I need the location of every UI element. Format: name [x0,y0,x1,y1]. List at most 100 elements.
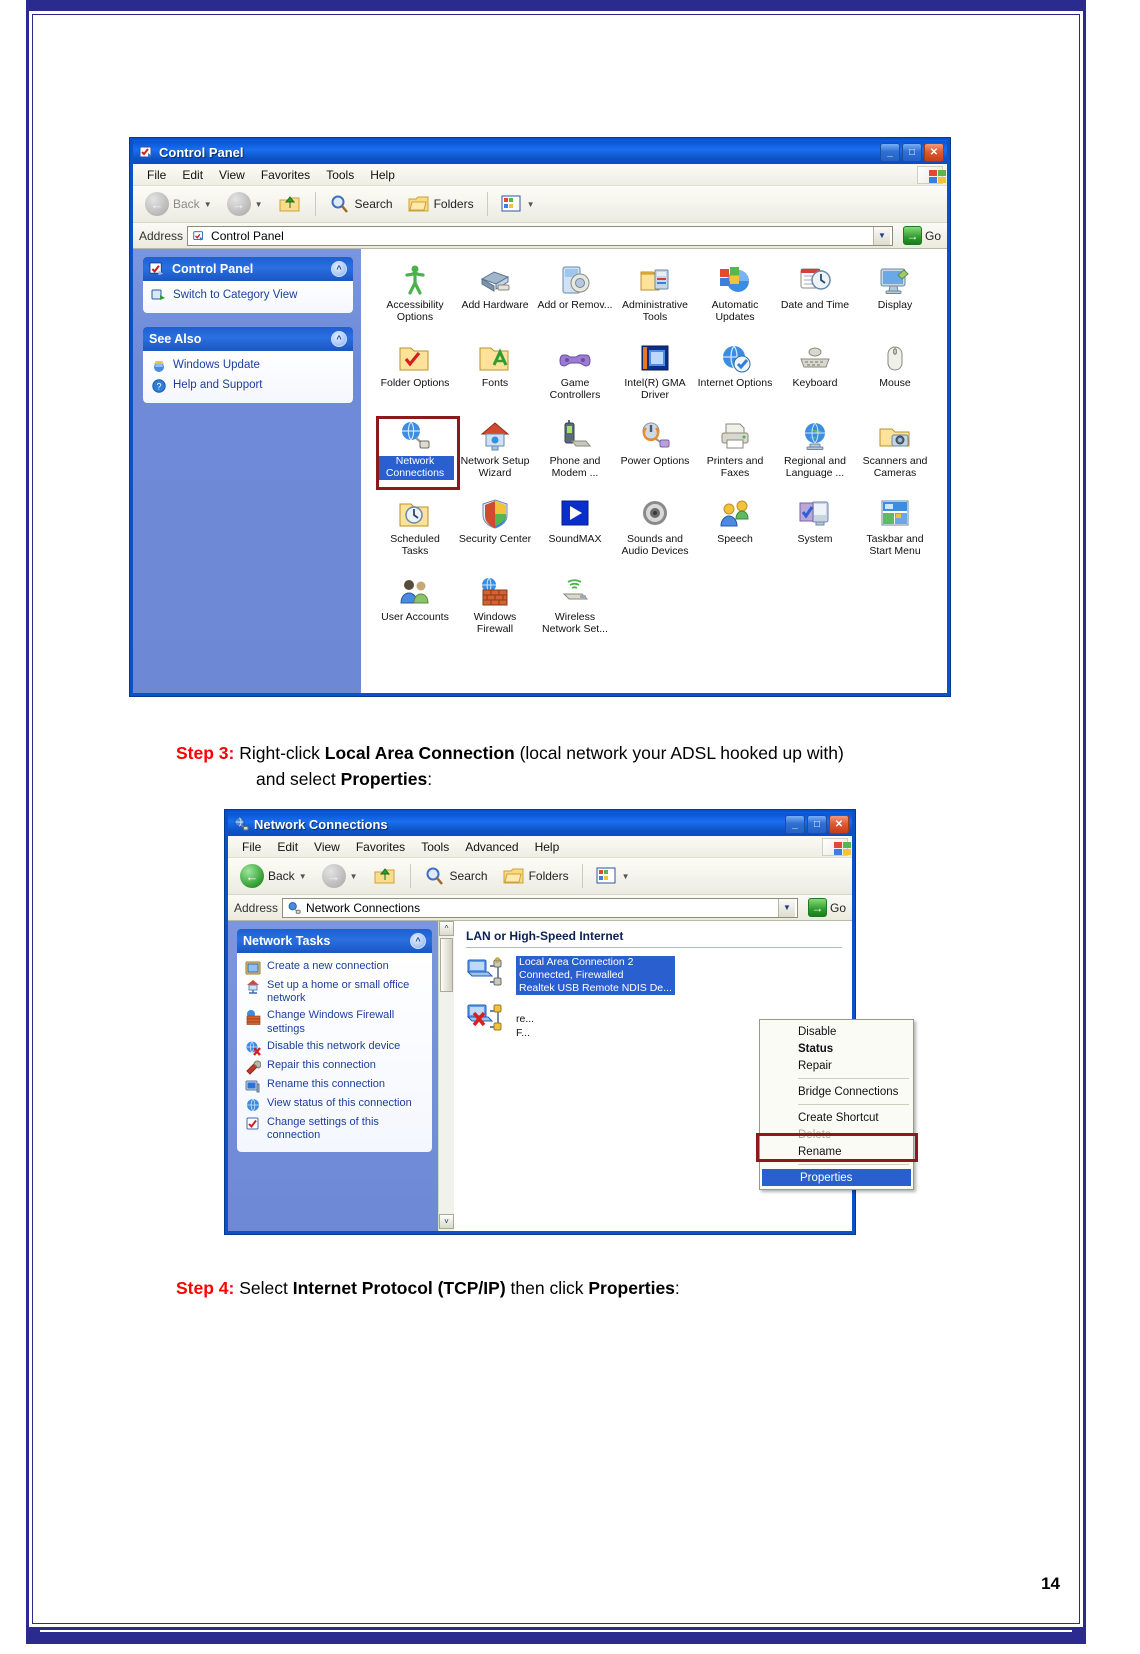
control-panel-item-regional-language[interactable]: Regional and Language ... [775,417,855,495]
network-task-new-connection[interactable]: Create a new connection [245,958,426,977]
chevron-up-icon[interactable]: ^ [331,261,347,277]
chevron-up-icon[interactable]: ^ [331,331,347,347]
search-button[interactable]: Search [418,863,494,889]
chevron-up-icon[interactable]: ^ [410,933,426,949]
menu-edit[interactable]: Edit [174,166,211,184]
control-panel-item-game-controllers[interactable]: Game Controllers [535,339,615,417]
control-panel-item-power-options[interactable]: Power Options [615,417,695,495]
control-panel-item-wireless-network-setup[interactable]: Wireless Network Set... [535,573,615,651]
close-button[interactable]: ✕ [924,142,944,162]
network-tasks-header[interactable]: Network Tasks ^ [237,929,432,953]
menu-file[interactable]: File [234,838,269,856]
sidebar-item-windows-update[interactable]: Windows Update [151,356,347,376]
views-button[interactable]: ▼ [495,192,541,216]
context-menu-item-properties[interactable]: Properties [762,1169,911,1186]
up-button[interactable] [367,862,403,890]
control-panel-item-system[interactable]: System [775,495,855,573]
minimize-button[interactable]: _ [880,142,900,162]
menu-favorites[interactable]: Favorites [253,166,318,184]
context-menu-item-create-shortcut[interactable]: Create Shortcut [760,1109,913,1126]
views-dropdown-icon[interactable]: ▼ [622,872,630,881]
control-panel-item-sounds-audio[interactable]: Sounds and Audio Devices [615,495,695,573]
menu-edit[interactable]: Edit [269,838,306,856]
back-button[interactable]: ← Back ▼ [139,189,218,219]
search-button[interactable]: Search [323,191,399,217]
network-task-status[interactable]: View status of this connection [245,1095,426,1114]
folders-button[interactable]: Folders [402,191,480,217]
menu-tools[interactable]: Tools [413,838,457,856]
address-dropdown-icon[interactable]: ▼ [872,226,890,245]
control-panel-titlebar[interactable]: Control Panel _ □ ✕ [133,138,947,164]
sidebar-panel-see-also-header[interactable]: See Also ^ [143,327,353,351]
menu-tools[interactable]: Tools [318,166,362,184]
back-dropdown-icon[interactable]: ▼ [204,200,212,209]
menu-advanced[interactable]: Advanced [457,838,526,856]
maximize-button[interactable]: □ [807,814,827,834]
network-task-firewall[interactable]: Change Windows Firewall settings [245,1008,426,1039]
control-panel-item-keyboard[interactable]: Keyboard [775,339,855,417]
up-button[interactable] [272,190,308,218]
network-connections-titlebar[interactable]: Network Connections _ □ ✕ [228,810,852,836]
back-button[interactable]: ← Back ▼ [234,861,313,891]
scroll-down-button[interactable]: ˅ [439,1214,454,1229]
sidebar-panel-control-panel-header[interactable]: Control Panel ^ [143,257,353,281]
control-panel-item-phone-modem[interactable]: Phone and Modem ... [535,417,615,495]
context-menu-item-repair[interactable]: Repair [760,1057,913,1074]
context-menu-item-status[interactable]: Status [760,1040,913,1057]
control-panel-item-administrative-tools[interactable]: Administrative Tools [615,261,695,339]
forward-button[interactable]: → ▼ [221,189,269,219]
control-panel-item-security-center[interactable]: Security Center [455,495,535,573]
menu-help[interactable]: Help [527,838,568,856]
back-dropdown-icon[interactable]: ▼ [299,872,307,881]
go-button[interactable]: → Go [802,898,852,917]
scrollbar-thumb[interactable] [440,938,453,992]
sidebar-item-help-and-support[interactable]: ? Help and Support [151,376,347,396]
control-panel-item-intel-gma-driver[interactable]: Intel(R) GMA Driver [615,339,695,417]
address-input[interactable]: Control Panel ▼ [187,225,893,246]
menu-view[interactable]: View [306,838,348,856]
control-panel-item-user-accounts[interactable]: User Accounts [375,573,455,651]
sidebar-scrollbar[interactable]: ^ ˅ [438,921,454,1231]
control-panel-item-fonts[interactable]: Fonts [455,339,535,417]
views-button[interactable]: ▼ [590,864,636,888]
network-task-home-network[interactable]: Set up a home or small office network [245,977,426,1008]
control-panel-item-printers-faxes[interactable]: Printers and Faxes [695,417,775,495]
control-panel-item-scanners-cameras[interactable]: Scanners and Cameras [855,417,935,495]
address-dropdown-icon[interactable]: ▼ [777,898,795,917]
views-dropdown-icon[interactable]: ▼ [527,200,535,209]
sidebar-item-switch-category-view[interactable]: Switch to Category View [151,286,347,306]
network-task-settings[interactable]: Change settings of this connection [245,1114,426,1145]
minimize-button[interactable]: _ [785,814,805,834]
close-button[interactable]: ✕ [829,814,849,834]
forward-dropdown-icon[interactable]: ▼ [255,200,263,209]
menu-file[interactable]: File [139,166,174,184]
forward-dropdown-icon[interactable]: ▼ [350,872,358,881]
network-task-rename[interactable]: Rename this connection [245,1076,426,1095]
control-panel-item-add-remove-programs[interactable]: Add or Remov... [535,261,615,339]
maximize-button[interactable]: □ [902,142,922,162]
menu-help[interactable]: Help [362,166,403,184]
go-button[interactable]: → Go [897,226,947,245]
control-panel-item-automatic-updates[interactable]: Automatic Updates [695,261,775,339]
control-panel-item-scheduled-tasks[interactable]: Scheduled Tasks [375,495,455,573]
menu-favorites[interactable]: Favorites [348,838,413,856]
connection-item-lan2[interactable]: Local Area Connection 2 Connected, Firew… [466,956,852,996]
scroll-up-button[interactable]: ^ [439,921,454,936]
control-panel-item-speech[interactable]: Speech [695,495,775,573]
control-panel-item-internet-options[interactable]: Internet Options [695,339,775,417]
network-task-disable-device[interactable]: Disable this network device [245,1038,426,1057]
forward-button[interactable]: → ▼ [316,861,364,891]
control-panel-item-taskbar-start-menu[interactable]: Taskbar and Start Menu [855,495,935,573]
menu-view[interactable]: View [211,166,253,184]
control-panel-item-date-time[interactable]: Date and Time [775,261,855,339]
control-panel-item-folder-options[interactable]: Folder Options [375,339,455,417]
control-panel-item-mouse[interactable]: Mouse [855,339,935,417]
control-panel-item-soundmax[interactable]: SoundMAX [535,495,615,573]
control-panel-item-accessibility[interactable]: Accessibility Options [375,261,455,339]
control-panel-item-display[interactable]: Display [855,261,935,339]
control-panel-item-add-hardware[interactable]: Add Hardware [455,261,535,339]
address-input[interactable]: Network Connections ▼ [282,897,798,918]
context-menu-item-bridge-connections[interactable]: Bridge Connections [760,1083,913,1100]
control-panel-item-network-setup-wizard[interactable]: Network Setup Wizard [455,417,535,495]
folders-button[interactable]: Folders [497,863,575,889]
